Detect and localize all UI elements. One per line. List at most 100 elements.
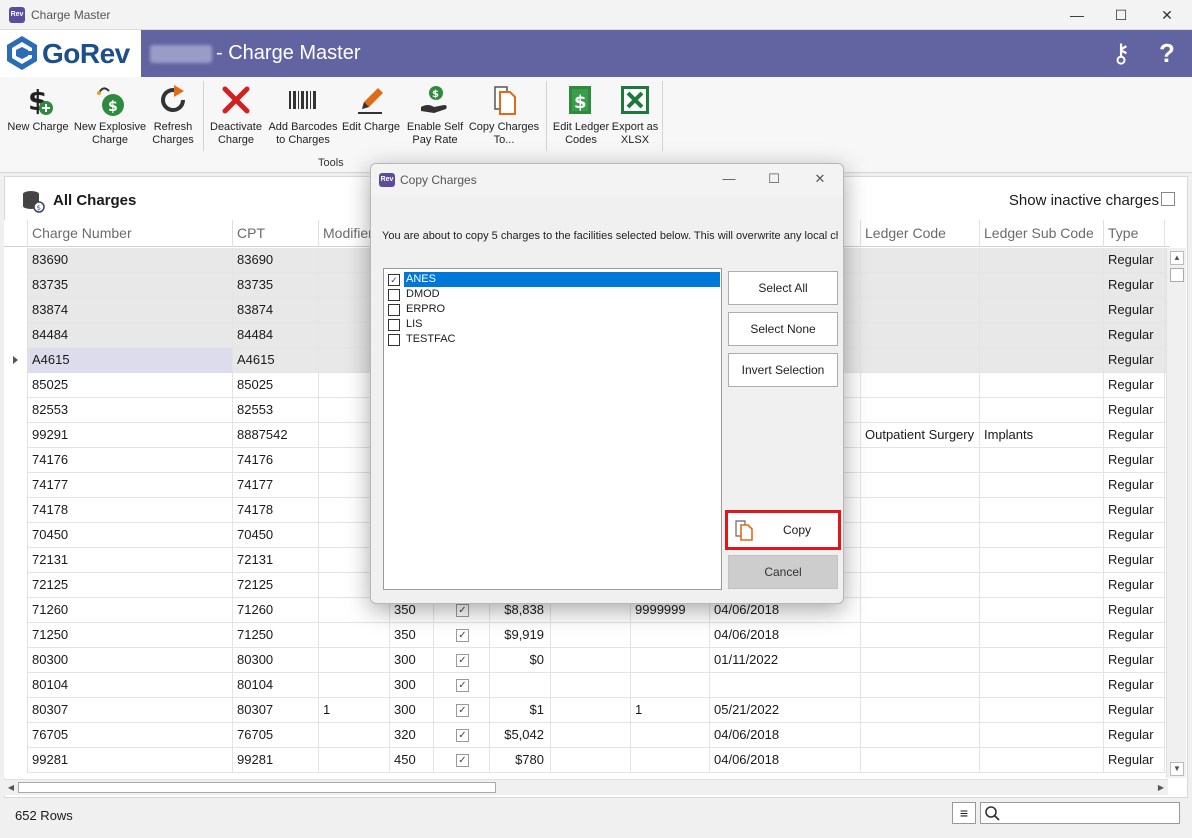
cell-ledger-sub-code[interactable] xyxy=(980,698,1104,723)
cell-charge-number[interactable]: 71250 xyxy=(28,623,233,648)
active-checkbox[interactable]: ✓ xyxy=(456,604,469,617)
cell-ledger-code[interactable] xyxy=(861,673,980,698)
cell-ledger-code[interactable] xyxy=(861,448,980,473)
cell-date[interactable]: 04/06/2018 xyxy=(710,623,861,648)
edit-charge-button[interactable]: Edit Charge xyxy=(340,83,402,134)
cell-price[interactable]: $1 xyxy=(490,698,551,723)
cell-active[interactable]: ✓ xyxy=(434,723,490,748)
row-indicator[interactable] xyxy=(4,373,28,398)
cell-cpt[interactable]: 76705 xyxy=(233,723,319,748)
cell-unknown-1[interactable] xyxy=(551,698,631,723)
cell-unknown-2[interactable] xyxy=(631,623,710,648)
cell-ledger-sub-code[interactable] xyxy=(980,498,1104,523)
export-xlsx-button[interactable]: Export as XLSX xyxy=(606,83,664,147)
cell-revenue-code[interactable]: 450 xyxy=(390,748,434,773)
active-checkbox[interactable]: ✓ xyxy=(456,629,469,642)
cell-unknown-2[interactable] xyxy=(631,723,710,748)
cell-charge-number[interactable]: 83690 xyxy=(28,248,233,273)
horizontal-scrollbar[interactable]: ◀ ▶ xyxy=(4,779,1168,795)
cell-ledger-sub-code[interactable] xyxy=(980,648,1104,673)
facility-item[interactable]: LIS xyxy=(386,317,720,332)
cell-charge-number[interactable]: 83874 xyxy=(28,298,233,323)
cell-ledger-sub-code[interactable] xyxy=(980,748,1104,773)
cell-cpt[interactable]: 83874 xyxy=(233,298,319,323)
cell-charge-number[interactable]: 72125 xyxy=(28,573,233,598)
cell-type[interactable]: Regular xyxy=(1104,648,1165,673)
cell-ledger-code[interactable] xyxy=(861,398,980,423)
cell-modifier[interactable] xyxy=(319,623,390,648)
facility-checkbox[interactable] xyxy=(388,289,400,301)
facility-checkbox[interactable]: ✓ xyxy=(388,274,400,286)
cell-charge-number[interactable]: 72131 xyxy=(28,548,233,573)
new-explosive-charge-button[interactable]: $ New Explosive Charge xyxy=(72,83,148,147)
cell-type[interactable]: Regular xyxy=(1104,598,1165,623)
cell-ledger-sub-code[interactable] xyxy=(980,548,1104,573)
cell-ledger-sub-code[interactable]: Implants xyxy=(980,423,1104,448)
cell-ledger-code[interactable] xyxy=(861,548,980,573)
cell-ledger-code[interactable] xyxy=(861,648,980,673)
scroll-left-icon[interactable]: ◀ xyxy=(4,781,18,794)
cell-price[interactable] xyxy=(490,673,551,698)
row-indicator[interactable] xyxy=(4,298,28,323)
dialog-maximize-button[interactable]: ☐ xyxy=(751,164,797,196)
cell-revenue-code[interactable]: 350 xyxy=(390,623,434,648)
cell-charge-number[interactable]: 80307 xyxy=(28,698,233,723)
enable-self-pay-rate-button[interactable]: $ Enable Self Pay Rate xyxy=(404,83,466,147)
cell-cpt[interactable]: 72125 xyxy=(233,573,319,598)
cell-ledger-code[interactable]: Outpatient Surgery xyxy=(861,423,980,448)
close-button[interactable]: ✕ xyxy=(1144,0,1190,30)
cell-unknown-1[interactable] xyxy=(551,673,631,698)
search-input[interactable] xyxy=(1003,804,1177,822)
cell-charge-number[interactable]: 80104 xyxy=(28,673,233,698)
help-icon[interactable]: ? xyxy=(1152,38,1182,68)
col-ledger-code[interactable]: Ledger Code xyxy=(861,220,980,247)
cell-charge-number[interactable]: 76705 xyxy=(28,723,233,748)
cell-cpt[interactable]: 85025 xyxy=(233,373,319,398)
active-checkbox[interactable]: ✓ xyxy=(456,729,469,742)
col-cpt[interactable]: CPT xyxy=(233,220,319,247)
cell-cpt[interactable]: 99281 xyxy=(233,748,319,773)
cell-ledger-sub-code[interactable] xyxy=(980,673,1104,698)
row-indicator[interactable] xyxy=(4,523,28,548)
show-inactive-checkbox[interactable] xyxy=(1161,192,1175,206)
cell-ledger-sub-code[interactable] xyxy=(980,398,1104,423)
cell-modifier[interactable] xyxy=(319,723,390,748)
copy-charges-to-button[interactable]: Copy Charges To... xyxy=(468,83,540,147)
cell-active[interactable]: ✓ xyxy=(434,698,490,723)
row-indicator[interactable] xyxy=(4,248,28,273)
cell-modifier[interactable] xyxy=(319,673,390,698)
cell-ledger-code[interactable] xyxy=(861,248,980,273)
cell-cpt[interactable]: 82553 xyxy=(233,398,319,423)
cell-cpt[interactable]: 70450 xyxy=(233,523,319,548)
row-indicator[interactable] xyxy=(4,323,28,348)
cell-type[interactable]: Regular xyxy=(1104,748,1165,773)
col-charge-number[interactable]: Charge Number xyxy=(28,220,233,247)
cell-ledger-code[interactable] xyxy=(861,748,980,773)
cell-date[interactable]: 04/06/2018 xyxy=(710,723,861,748)
cell-ledger-code[interactable] xyxy=(861,623,980,648)
add-barcodes-button[interactable]: Add Barcodes to Charges xyxy=(268,83,338,147)
cell-cpt[interactable]: 80300 xyxy=(233,648,319,673)
cell-cpt[interactable]: 83690 xyxy=(233,248,319,273)
cell-price[interactable]: $5,042 xyxy=(490,723,551,748)
row-indicator[interactable] xyxy=(4,423,28,448)
cell-date[interactable]: 04/06/2018 xyxy=(710,748,861,773)
row-indicator[interactable] xyxy=(4,398,28,423)
cell-cpt[interactable]: 71260 xyxy=(233,598,319,623)
cell-type[interactable]: Regular xyxy=(1104,348,1165,373)
cell-type[interactable]: Regular xyxy=(1104,673,1165,698)
cell-active[interactable]: ✓ xyxy=(434,673,490,698)
facility-item[interactable]: DMOD xyxy=(386,287,720,302)
scroll-right-icon[interactable]: ▶ xyxy=(1154,781,1168,794)
cell-cpt[interactable]: 83735 xyxy=(233,273,319,298)
cell-cpt[interactable]: 74178 xyxy=(233,498,319,523)
cell-charge-number[interactable]: 84484 xyxy=(28,323,233,348)
cell-ledger-sub-code[interactable] xyxy=(980,348,1104,373)
facility-checkbox[interactable] xyxy=(388,334,400,346)
row-indicator[interactable] xyxy=(4,548,28,573)
cell-cpt[interactable]: A4615 xyxy=(233,348,319,373)
cell-price[interactable]: $0 xyxy=(490,648,551,673)
row-indicator[interactable] xyxy=(4,473,28,498)
cell-type[interactable]: Regular xyxy=(1104,398,1165,423)
cell-ledger-sub-code[interactable] xyxy=(980,448,1104,473)
